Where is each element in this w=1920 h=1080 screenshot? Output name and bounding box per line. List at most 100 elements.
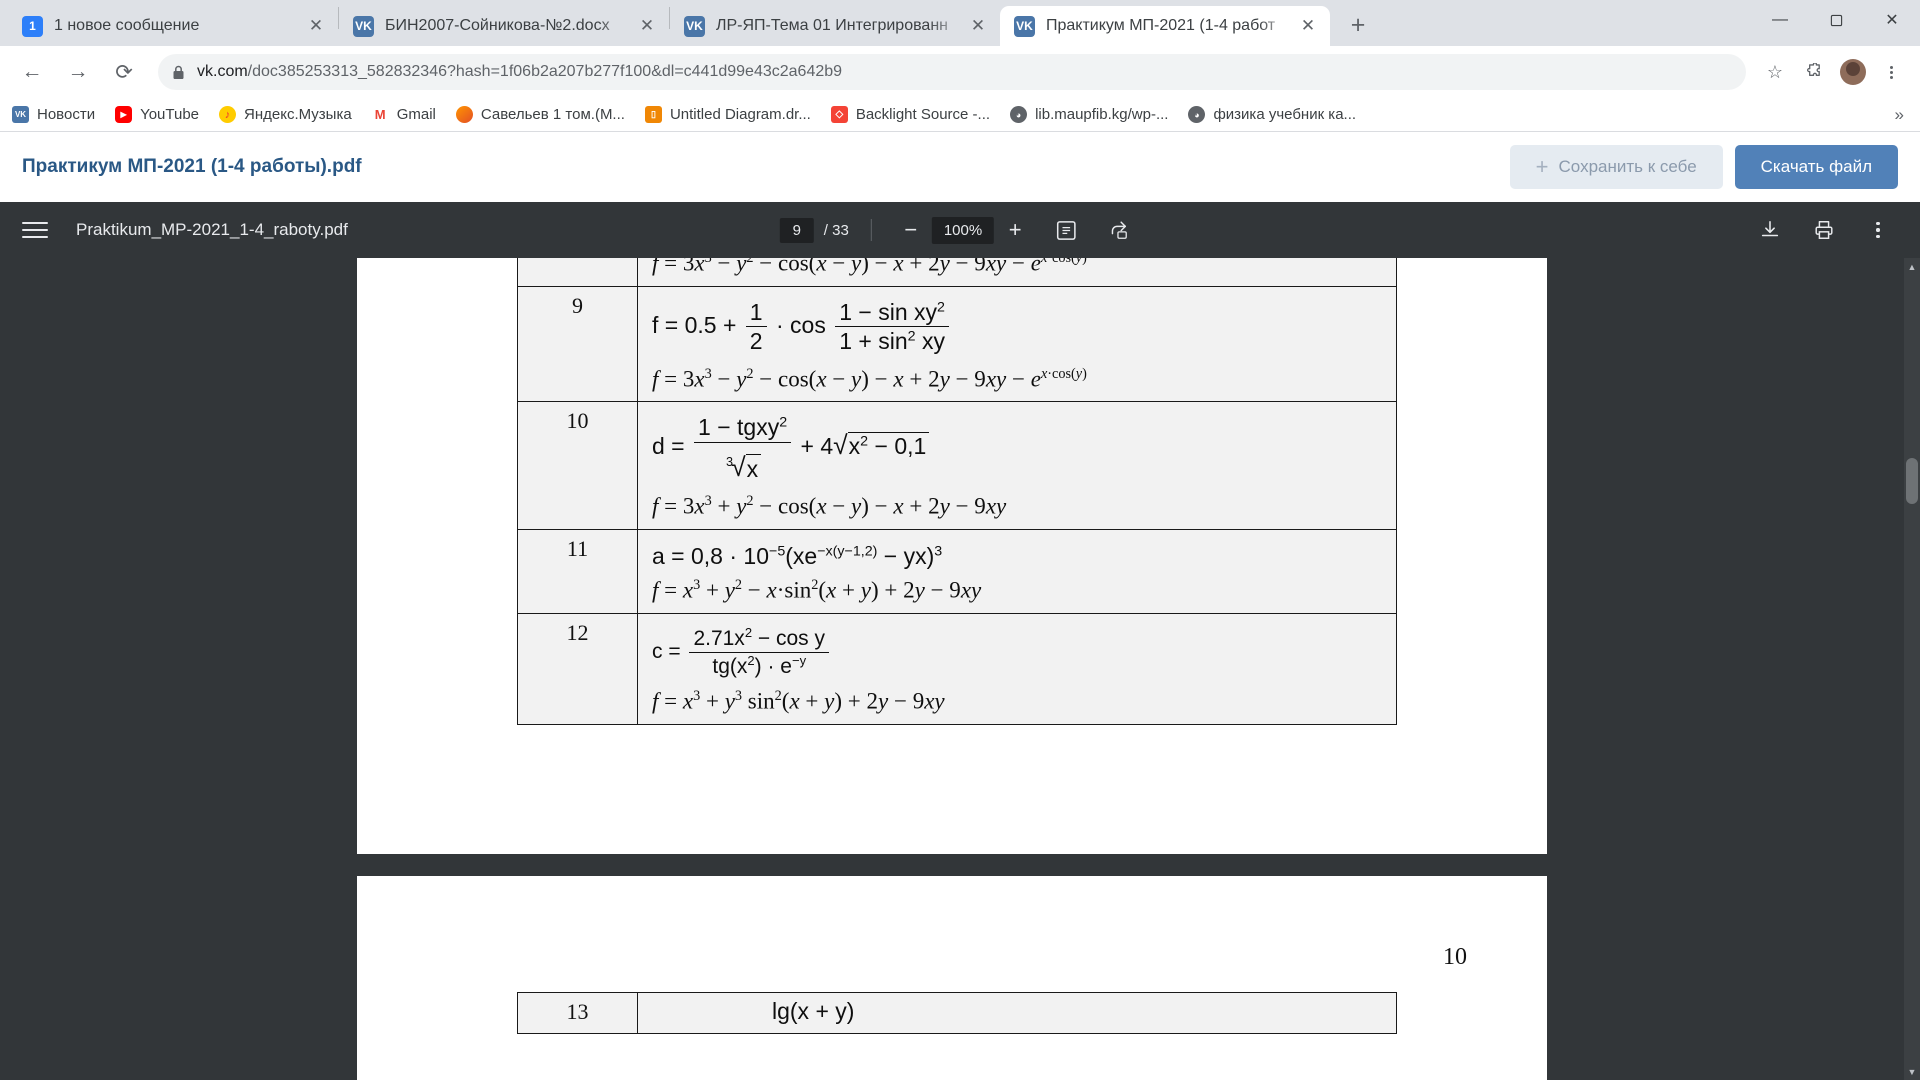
firefox-pdf-icon [455,106,473,123]
rotate-icon [1112,221,1128,239]
bookmark-label: YouTube [140,106,200,123]
youtube-icon: ▶ [115,106,133,123]
formula-text: f = x3 + y3 sin2(x + y) + 2y − 9xy [652,688,945,715]
globe-icon: ◕ [1010,106,1028,123]
page-total-label: / 33 [823,221,849,239]
kebab-menu-icon[interactable] [1874,55,1908,89]
back-button[interactable]: ← [12,52,52,92]
row-formula-cell: a = 0,8 · 10−5(xe−x(y−1,2) − yx)3 f = x3… [637,529,1397,615]
tab-close-icon[interactable]: ✕ [966,14,990,38]
pdf-page-viewport[interactable]: 12 · cos 1 − sin xy21 + sin2 xy f = 3x3 … [0,258,1920,1080]
fit-page-button[interactable] [1046,210,1086,250]
tab-close-icon[interactable]: ✕ [1296,14,1320,38]
tab-title: 1 новое сообщение [54,17,200,34]
pdf-pages-container: 12 · cos 1 − sin xy21 + sin2 xy f = 3x3 … [0,258,1904,1080]
bookmark-item-libmaupfib[interactable]: ◕ lib.maupfib.kg/wp-... [1010,106,1168,123]
pdf-page-9: 12 · cos 1 − sin xy21 + sin2 xy f = 3x3 … [357,258,1547,854]
formula-table-next: 13 lg(x + y) [517,991,1397,1035]
tab-close-icon[interactable]: ✕ [304,14,328,38]
row-number-cell: 12 [517,613,638,726]
tab-close-icon[interactable]: ✕ [635,14,659,38]
browser-tab-0[interactable]: 1 1 новое сообщение ✕ [8,6,338,46]
document-page-number: 10 [1443,944,1467,970]
maximize-button[interactable] [1808,0,1864,40]
bookmark-item-yandex-music[interactable]: ♪ Яндекс.Музыка [219,106,352,123]
bookmark-item-youtube[interactable]: ▶ YouTube [115,106,199,123]
bookmark-star-icon[interactable]: ☆ [1758,55,1792,89]
browser-tab-3-active[interactable]: VK Практикум МП-2021 (1-4 работ ✕ [1000,6,1330,46]
row-formula-cell: lg(x + y) [637,991,1397,1035]
tab-strip: 1 1 новое сообщение ✕ VK БИН2007-Сойнико… [0,0,1920,46]
lock-icon [172,65,185,80]
formula-text: lg(x + y) [772,998,855,1024]
vk-icon: VK [12,106,29,123]
save-to-me-button[interactable]: + Сохранить к себе [1509,145,1723,189]
row-number: 13 [566,999,589,1024]
row-number-cell: 11 [517,529,638,615]
vertical-scrollbar[interactable]: ▲ ▼ [1904,258,1920,1080]
download-icon [1761,220,1779,237]
fit-page-icon [1056,220,1076,240]
reload-button[interactable]: ⟳ [104,52,144,92]
bookmarks-overflow-button[interactable]: » [1895,105,1908,125]
row-number: 12 [566,620,589,646]
row-number-cell: 10 [517,401,638,531]
address-bar[interactable]: vk.com/doc385253313_582832346?hash=1f06b… [158,54,1746,90]
minimize-button[interactable]: — [1752,0,1808,40]
pdf-toolbar: Praktikum_MP-2021_1-4_raboty.pdf 9 / 33 … [0,202,1920,258]
tab-title: БИН2007-Сойникова-№2.docx [385,17,610,34]
puzzle-icon[interactable] [1796,55,1830,89]
row-formula-cell: f = 0.5 + 12 · cos 1 − sin xy2 1 + sin2 x… [637,285,1397,403]
bookmark-item-fizika[interactable]: ◕ физика учебник ка... [1188,106,1356,123]
pdf-more-menu-button[interactable] [1858,210,1898,250]
row-formula-cell: c = 2.71x2 − cos y tg(x2) · e−y f = x3 + … [637,613,1397,726]
tab-title: ЛР-ЯП-Тема 01 Интегрированн [716,17,948,34]
hamburger-menu-icon[interactable] [22,222,48,238]
avatar[interactable] [1840,59,1866,85]
row-number-cell: 13 [517,991,638,1035]
close-window-button[interactable]: ✕ [1864,0,1920,40]
pdf-filename: Praktikum_MP-2021_1-4_raboty.pdf [76,220,348,239]
row-number-cell: 9 [517,285,638,403]
formula-text: c = 2.71x2 − cos y tg(x2) · e−y [652,625,1384,679]
plus-icon: + [1535,154,1549,179]
formula-table: 12 · cos 1 − sin xy21 + sin2 xy f = 3x3 … [517,258,1397,726]
diamond-icon: ◇ [830,106,848,123]
zoom-out-button[interactable]: − [894,213,928,247]
vk-header-actions: + Сохранить к себе Скачать файл [1509,145,1898,189]
rotate-button[interactable] [1100,210,1140,250]
kebab-menu-icon [1861,221,1895,239]
url-path: /doc385253313_582832346?hash=1f06b2a207b… [247,63,843,80]
bookmark-item-novosti[interactable]: VK Новости [12,106,95,123]
bookmark-label: Яндекс.Музыка [244,106,352,123]
row-formula-cell: 12 · cos 1 − sin xy21 + sin2 xy f = 3x3 … [637,258,1397,287]
globe-icon: ◕ [1188,106,1206,123]
bookmark-label: Новости [37,106,96,123]
address-bar-url: vk.com/doc385253313_582832346?hash=1f06b… [197,63,842,81]
bookmark-item-savelev[interactable]: Савельев 1 том.(М... [455,106,625,123]
bookmark-item-backlight-source[interactable]: ◇ Backlight Source -... [830,106,991,123]
forward-button[interactable]: → [58,52,98,92]
vk-icon: VK [684,15,705,37]
download-file-button[interactable]: Скачать файл [1734,145,1898,189]
save-button-label: Сохранить к себе [1558,157,1697,176]
bookmark-item-gmail[interactable]: M Gmail [371,106,436,123]
bookmark-item-untitled-diagram[interactable]: ▯ Untitled Diagram.dr... [644,106,811,123]
browser-tab-1[interactable]: VK БИН2007-Сойникова-№2.docx ✕ [339,6,669,46]
row-number: 9 [572,292,583,318]
scrollbar-thumb[interactable] [1906,458,1918,504]
print-button[interactable] [1804,210,1844,250]
browser-tab-2[interactable]: VK ЛР-ЯП-Тема 01 Интегрированн ✕ [670,6,1000,46]
bookmark-label: lib.maupfib.kg/wp-... [1035,106,1169,123]
scroll-up-arrow[interactable]: ▲ [1904,258,1920,275]
zoom-level-label: 100% [931,216,995,244]
download-button[interactable] [1750,210,1790,250]
formula-text: f = x3 + y2 − x·sin2(x + y) + 2y − 9xy [652,577,982,603]
new-tab-button[interactable]: + [1340,7,1376,43]
page-number-input[interactable]: 9 [779,217,814,243]
zoom-in-button[interactable]: + [998,213,1032,247]
bookmark-label: Backlight Source -... [855,106,991,123]
formula-text: d = 1 − tgxy2 3 √ x + 4 √ x2 − 0,1 [652,414,1384,482]
scroll-down-arrow[interactable]: ▼ [1904,1063,1920,1080]
row-number: 10 [566,408,589,434]
